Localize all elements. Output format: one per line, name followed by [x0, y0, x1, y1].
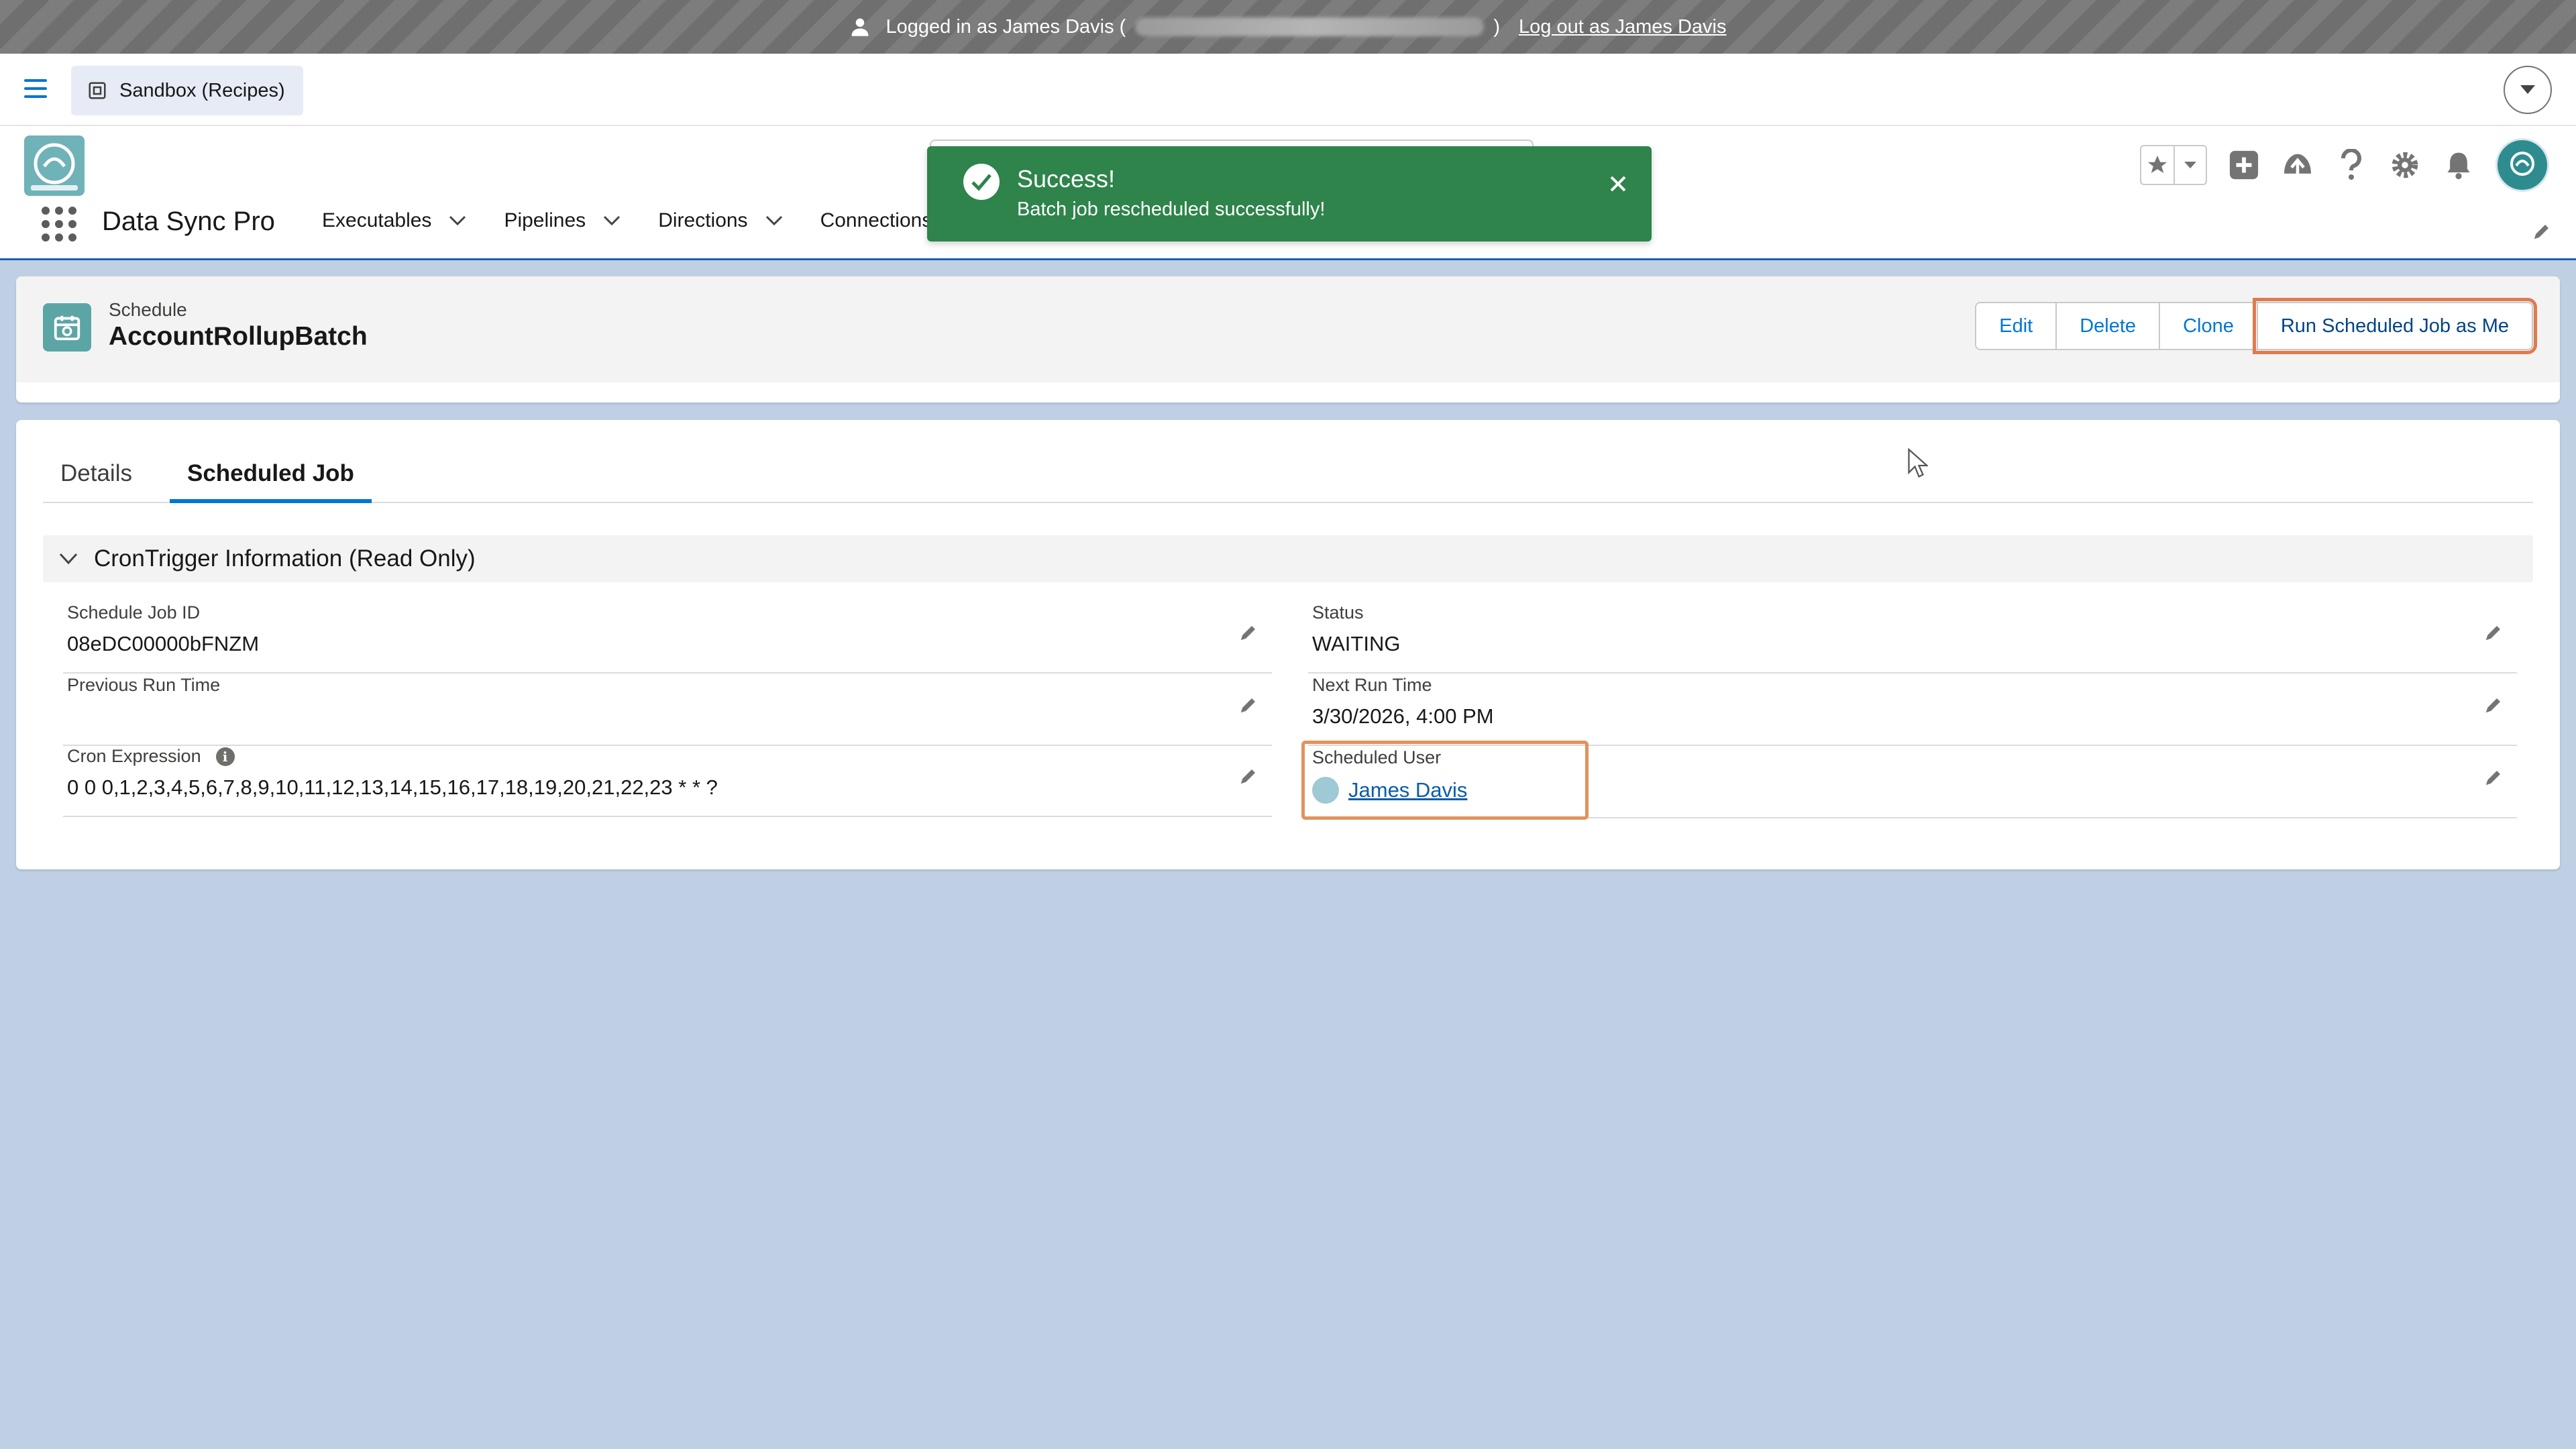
record-title: AccountRollupBatch	[109, 322, 368, 351]
chevron-down-icon[interactable]	[603, 215, 621, 226]
chevron-down-icon	[2520, 85, 2535, 94]
app-name: Data Sync Pro	[102, 207, 275, 236]
nav-item-label: Connections	[820, 209, 932, 231]
login-as-banner: Logged in as James Davis ( ) Log out as …	[0, 0, 2576, 54]
app-nav-bar: Executables Pipelines Directions Connect…	[322, 209, 969, 232]
field-label: Status	[1312, 602, 1364, 623]
nav-item-executables[interactable]: Executables	[322, 209, 504, 232]
info-icon[interactable]: i	[215, 747, 235, 766]
record-header: Schedule AccountRollupBatch Edit Delete …	[16, 276, 2560, 402]
chevron-down-icon[interactable]	[449, 215, 466, 226]
app-launcher-waffle-icon[interactable]	[42, 207, 76, 241]
help-icon[interactable]	[2334, 148, 2368, 182]
mouse-cursor-icon	[1908, 448, 1928, 478]
nav-item-label: Pipelines	[504, 209, 586, 231]
field-value: 0 0 0,1,2,3,4,5,6,7,8,9,10,11,12,13,14,1…	[67, 775, 718, 799]
edit-pencil-icon[interactable]	[1238, 695, 1258, 715]
record-type-label: Schedule	[109, 299, 187, 320]
field-previous-run-time: Previous Run Time	[63, 675, 1272, 746]
user-avatar[interactable]	[2496, 138, 2549, 192]
trailhead-icon[interactable]	[2281, 148, 2314, 182]
record-tabs: Details Scheduled Job	[43, 455, 2533, 503]
nav-item-label: Directions	[658, 209, 748, 231]
toast-message: Batch job rescheduled successfully!	[1017, 199, 1326, 220]
field-next-run-time: Next Run Time 3/30/2026, 4:00 PM	[1308, 675, 2517, 746]
redacted-email	[1135, 17, 1485, 36]
run-scheduled-job-as-me-button[interactable]: Run Scheduled Job as Me	[2252, 298, 2538, 354]
field-cron-expression: Cron Expression i 0 0 0,1,2,3,4,5,6,7,8,…	[63, 746, 1272, 817]
sandbox-icon	[89, 82, 106, 99]
section-title: CronTrigger Information (Read Only)	[94, 545, 476, 572]
field-label: Schedule Job ID	[67, 602, 201, 623]
edit-pencil-icon[interactable]	[1238, 623, 1258, 643]
scheduled-user-highlight	[1301, 741, 1589, 820]
login-as-text: Logged in as James Davis (	[885, 15, 1126, 38]
field-value: 3/30/2026, 4:00 PM	[1312, 704, 1494, 728]
field-label: Previous Run Time	[67, 675, 221, 695]
nav-item-directions[interactable]: Directions	[658, 209, 820, 232]
setup-bar: Sandbox (Recipes)	[0, 54, 2576, 126]
edit-pencil-icon[interactable]	[2483, 695, 2504, 715]
field-label-row: Cron Expression i	[67, 746, 235, 767]
toast-title: Success!	[1017, 165, 1116, 193]
schedule-calendar-icon	[43, 303, 91, 352]
chevron-down-icon[interactable]	[765, 215, 783, 226]
global-actions-plus-icon[interactable]	[2227, 148, 2261, 182]
crontrigger-section-header[interactable]: CronTrigger Information (Read Only)	[43, 535, 2533, 582]
notifications-bell-icon[interactable]	[2442, 148, 2475, 182]
login-as-suffix: )	[1493, 15, 1501, 38]
data-sync-pro-logo	[24, 136, 85, 196]
field-label: Next Run Time	[1312, 675, 1432, 695]
nav-item-pipelines[interactable]: Pipelines	[504, 209, 658, 232]
chevron-down-icon	[59, 553, 78, 565]
clone-button[interactable]: Clone	[2159, 302, 2258, 350]
field-value: 08eDC00000bFNZM	[67, 632, 260, 655]
field-schedule-job-id: Schedule Job ID 08eDC00000bFNZM	[63, 602, 1272, 674]
nav-item-label: Executables	[322, 209, 432, 231]
field-status: Status WAITING	[1308, 602, 2517, 674]
edit-nav-pencil-icon[interactable]	[2532, 221, 2552, 245]
field-label: Cron Expression	[67, 746, 201, 766]
tab-details[interactable]: Details	[43, 455, 150, 503]
settings-gear-icon[interactable]	[2388, 148, 2422, 182]
record-actions: Edit Delete Clone Run Scheduled Job as M…	[1975, 298, 2538, 354]
favorites-list-chevron-icon[interactable]	[2174, 146, 2206, 184]
delete-button[interactable]: Delete	[2055, 302, 2161, 350]
success-toast: Success! Batch job rescheduled successfu…	[927, 146, 1652, 241]
field-value: WAITING	[1312, 632, 1401, 655]
edit-pencil-icon[interactable]	[2483, 623, 2504, 643]
setup-menu-dropdown[interactable]	[2504, 66, 2552, 114]
tab-scheduled-job[interactable]: Scheduled Job	[169, 455, 372, 503]
sandbox-label: Sandbox (Recipes)	[119, 79, 285, 101]
edit-button[interactable]: Edit	[1975, 302, 2057, 350]
success-check-icon	[963, 164, 1000, 200]
hamburger-menu-icon[interactable]	[24, 79, 47, 98]
user-icon	[851, 18, 868, 36]
favorites-star-icon[interactable]	[2141, 146, 2174, 184]
close-icon[interactable]	[1605, 170, 1631, 197]
logout-link[interactable]: Log out as James Davis	[1519, 16, 1726, 38]
sandbox-indicator[interactable]: Sandbox (Recipes)	[71, 66, 303, 115]
edit-pencil-icon[interactable]	[2483, 767, 2504, 788]
favorites-group	[2140, 145, 2207, 185]
edit-pencil-icon[interactable]	[1238, 766, 1258, 786]
